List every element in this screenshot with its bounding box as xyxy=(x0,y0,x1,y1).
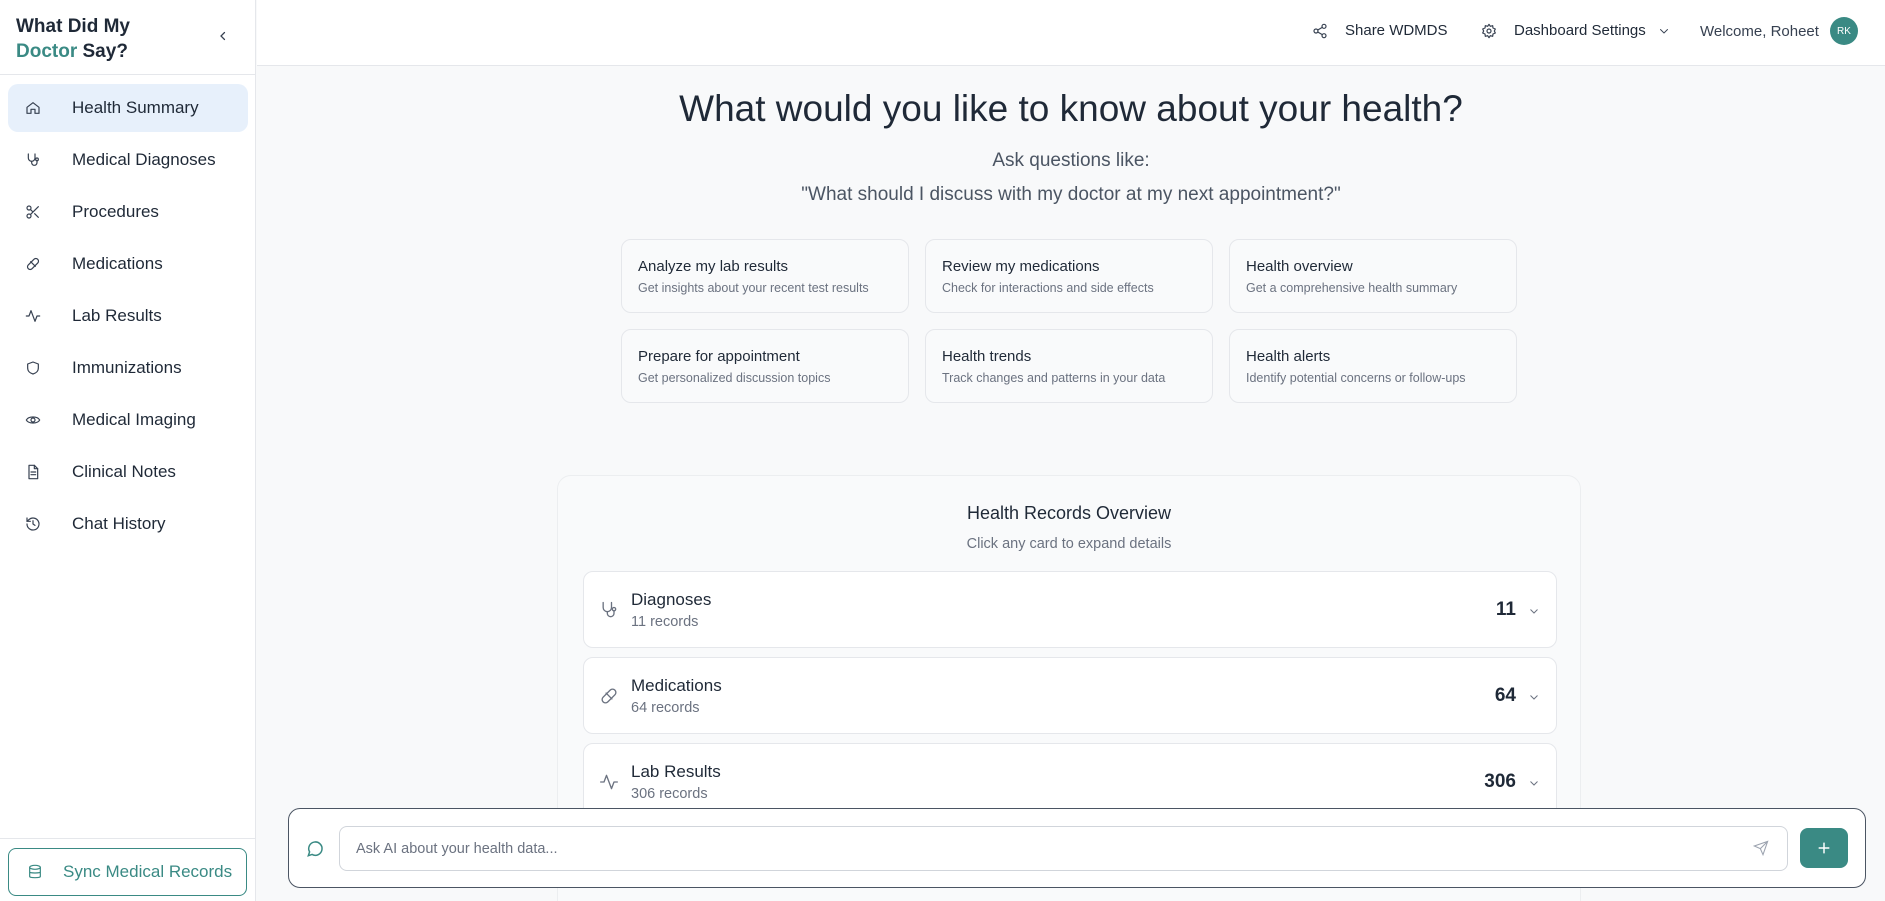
quick-card-subtitle: Get insights about your recent test resu… xyxy=(638,281,869,295)
quick-card-title: Health overview xyxy=(1246,258,1353,275)
quick-card-title: Health alerts xyxy=(1246,348,1331,365)
collapse-sidebar-button[interactable] xyxy=(212,25,234,47)
quick-card-title: Analyze my lab results xyxy=(638,258,789,275)
record-card-diagnoses[interactable]: Diagnoses 11 records 11 xyxy=(583,571,1557,648)
overview-subtitle: Click any card to expand details xyxy=(966,536,1172,552)
record-subtitle: 64 records xyxy=(631,700,700,716)
sidebar-item-label: Medications xyxy=(72,254,163,273)
file-text-icon xyxy=(24,463,42,481)
quick-card-title: Review my medications xyxy=(942,258,1100,275)
record-count: 306 xyxy=(1484,771,1516,792)
sidebar-item-medications[interactable]: Medications xyxy=(8,240,248,288)
sync-button-label: Sync Medical Records xyxy=(63,862,233,881)
sidebar-item-label: Clinical Notes xyxy=(72,462,176,481)
sidebar-item-medical-imaging[interactable]: Medical Imaging xyxy=(8,396,248,444)
activity-icon xyxy=(24,307,42,325)
quick-card-title: Prepare for appointment xyxy=(638,348,800,365)
top-header: Share WDMDS Dashboard Settings Welcome, … xyxy=(257,0,1885,66)
quick-card-subtitle: Get a comprehensive health summary xyxy=(1246,281,1458,295)
sidebar-item-medical-diagnoses[interactable]: Medical Diagnoses xyxy=(8,136,248,184)
sidebar-bottom-divider xyxy=(0,838,256,839)
sidebar-divider xyxy=(0,74,256,75)
sidebar-item-label: Medical Imaging xyxy=(72,410,196,429)
brand-rest: Say? xyxy=(77,41,128,62)
chevron-down-icon xyxy=(1528,776,1540,788)
brand-accent: Doctor xyxy=(16,41,78,62)
brand-line1: What Did My xyxy=(16,16,130,37)
quick-card-subtitle: Get personalized discussion topics xyxy=(638,371,831,385)
activity-icon xyxy=(599,772,619,792)
plus-icon xyxy=(1818,842,1830,854)
sidebar-item-chat-history[interactable]: Chat History xyxy=(8,500,248,548)
shield-icon xyxy=(24,359,42,377)
send-icon[interactable] xyxy=(1752,840,1771,858)
chevron-left-icon xyxy=(220,31,226,41)
gear-icon xyxy=(1482,23,1496,38)
new-chat-button[interactable] xyxy=(1800,828,1848,868)
chat-bar xyxy=(288,808,1866,888)
quick-card-title: Health trends xyxy=(942,348,1032,365)
chevron-down-icon xyxy=(1528,690,1540,702)
record-card-medications[interactable]: Medications 64 records 64 xyxy=(583,657,1557,734)
record-title: Medications xyxy=(631,676,722,695)
sidebar-item-lab-results[interactable]: Lab Results xyxy=(8,292,248,340)
sidebar-item-label: Procedures xyxy=(72,202,159,221)
message-circle-icon xyxy=(305,839,325,859)
record-subtitle: 11 records xyxy=(631,614,699,630)
stethoscope-icon xyxy=(599,600,619,620)
sidebar-item-label: Health Summary xyxy=(72,98,199,117)
stethoscope-icon xyxy=(24,151,42,169)
sidebar-item-label: Lab Results xyxy=(72,306,162,325)
quick-card-subtitle: Identify potential concerns or follow-up… xyxy=(1246,371,1466,385)
eye-icon xyxy=(24,411,42,429)
history-icon xyxy=(24,515,42,533)
avatar[interactable]: RK xyxy=(1830,17,1858,45)
sidebar-item-immunizations[interactable]: Immunizations xyxy=(8,344,248,392)
sidebar-item-clinical-notes[interactable]: Clinical Notes xyxy=(8,448,248,496)
database-icon xyxy=(29,864,41,879)
quick-card-subtitle: Check for interactions and side effects xyxy=(942,281,1154,295)
sync-medical-records-button[interactable]: Sync Medical Records xyxy=(8,848,247,896)
sidebar-item-label: Medical Diagnoses xyxy=(72,150,216,169)
welcome-text: Welcome, Roheet xyxy=(1700,23,1819,40)
record-title: Diagnoses xyxy=(631,590,712,609)
chevron-down-icon xyxy=(1528,604,1540,616)
record-count: 64 xyxy=(1494,685,1516,706)
quick-card-health-alerts[interactable]: Health alerts Identify potential concern… xyxy=(1229,329,1517,403)
chat-input[interactable] xyxy=(339,826,1788,871)
quick-card-analyze-lab-results[interactable]: Analyze my lab results Get insights abou… xyxy=(621,239,909,313)
app-brand: What Did My Doctor Say? xyxy=(16,14,130,64)
hero-example-question: "What should I discuss with my doctor at… xyxy=(801,184,1341,205)
home-icon xyxy=(24,99,42,117)
record-subtitle: 306 records xyxy=(631,786,708,802)
hero-subtitle: Ask questions like: xyxy=(992,150,1150,171)
sidebar-nav: Health Summary Medical Diagnoses Procedu… xyxy=(8,84,248,552)
settings-label: Dashboard Settings xyxy=(1514,22,1646,39)
page-title: What would you like to know about your h… xyxy=(679,88,1463,129)
sidebar-item-health-summary[interactable]: Health Summary xyxy=(8,84,248,132)
quick-card-review-medications[interactable]: Review my medications Check for interact… xyxy=(925,239,1213,313)
quick-card-health-trends[interactable]: Health trends Track changes and patterns… xyxy=(925,329,1213,403)
sidebar: What Did My Doctor Say? Health Summary M… xyxy=(0,0,256,901)
quick-card-prepare-appointment[interactable]: Prepare for appointment Get personalized… xyxy=(621,329,909,403)
sidebar-item-label: Immunizations xyxy=(72,358,182,377)
share-button[interactable]: Share WDMDS xyxy=(1312,22,1448,39)
sidebar-item-label: Chat History xyxy=(72,514,166,533)
pill-icon xyxy=(24,255,42,273)
quick-card-subtitle: Track changes and patterns in your data xyxy=(942,371,1166,385)
share-icon xyxy=(1313,23,1327,38)
sidebar-item-procedures[interactable]: Procedures xyxy=(8,188,248,236)
scissors-icon xyxy=(24,203,42,221)
dashboard-settings-dropdown[interactable]: Dashboard Settings xyxy=(1481,22,1670,39)
quick-card-health-overview[interactable]: Health overview Get a comprehensive heal… xyxy=(1229,239,1517,313)
chevron-down-icon xyxy=(1659,28,1668,33)
record-count: 11 xyxy=(1495,599,1516,620)
share-label: Share WDMDS xyxy=(1345,22,1448,39)
pill-icon xyxy=(599,686,619,706)
overview-title: Health Records Overview xyxy=(966,503,1172,523)
record-title: Lab Results xyxy=(631,762,721,781)
